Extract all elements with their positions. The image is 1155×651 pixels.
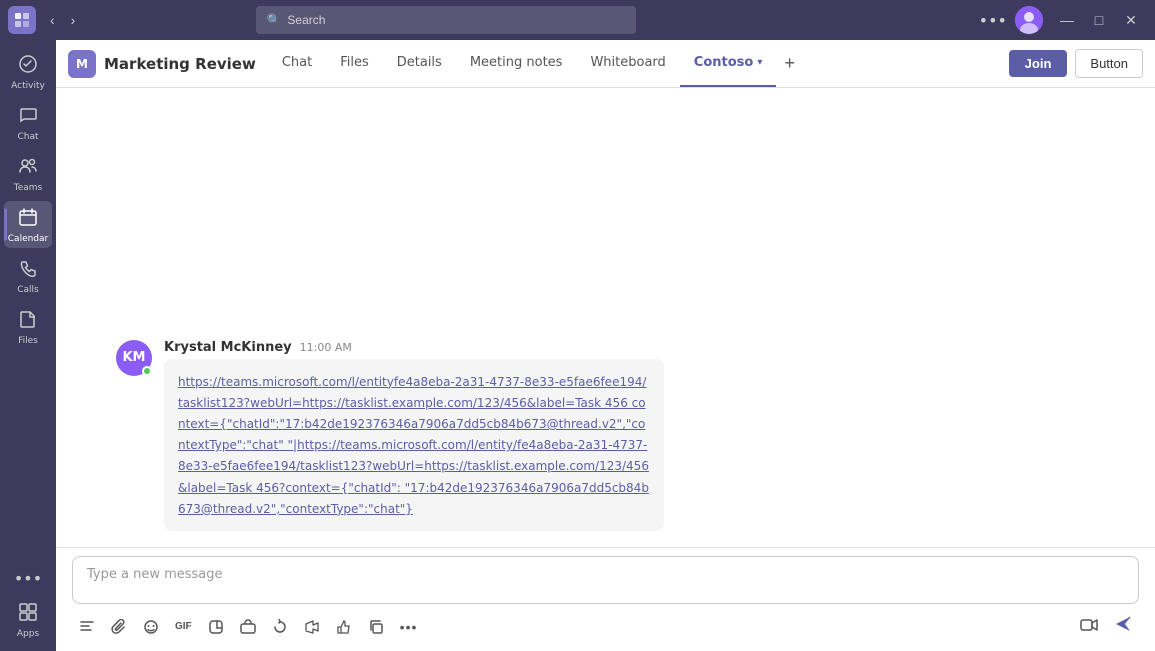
close-button[interactable]: ✕: [1115, 6, 1147, 34]
title-bar: ‹ › 🔍 ••• — □ ✕: [0, 0, 1155, 40]
avatar-initials: KM: [122, 350, 145, 365]
sidebar-item-more[interactable]: •••: [4, 563, 52, 592]
sidebar-item-chat[interactable]: Chat: [4, 99, 52, 146]
channel-title: Marketing Review: [104, 55, 256, 73]
sidebar-item-calendar-label: Calendar: [8, 234, 48, 244]
message-group: KM Krystal McKinney 11:00 AM https://tea…: [116, 340, 1095, 531]
tab-contoso[interactable]: Contoso ▾: [680, 40, 777, 87]
tab-whiteboard[interactable]: Whiteboard: [576, 40, 679, 87]
sidebar-item-chat-label: Chat: [17, 132, 38, 142]
copy-button[interactable]: [361, 614, 391, 640]
search-input[interactable]: [287, 13, 626, 27]
more-options-icon[interactable]: •••: [979, 11, 1007, 30]
channel-header: M Marketing Review Chat Files Details Me…: [56, 40, 1155, 88]
sidebar: Activity Chat Teams: [0, 40, 56, 651]
more-icon: •••: [14, 569, 42, 588]
chat-area: KM Krystal McKinney 11:00 AM https://tea…: [56, 88, 1155, 547]
apps-icon: [18, 602, 38, 627]
tab-contoso-chevron: ▾: [757, 57, 762, 68]
sticker-button[interactable]: [201, 614, 231, 640]
compose-toolbar: GIF: [72, 610, 1139, 643]
sidebar-item-teams-label: Teams: [14, 183, 42, 193]
attach-button[interactable]: [104, 614, 134, 640]
format-button[interactable]: [72, 614, 102, 640]
like-button[interactable]: [329, 614, 359, 640]
active-indicator: [4, 208, 7, 241]
window-controls: — □ ✕: [1051, 6, 1147, 34]
compose-placeholder: Type a new message: [87, 567, 223, 582]
message-header: Krystal McKinney 11:00 AM: [164, 340, 1095, 355]
app-icon: [8, 6, 36, 34]
sidebar-item-calls-label: Calls: [17, 285, 39, 295]
sidebar-item-activity[interactable]: Activity: [4, 48, 52, 95]
channel-icon: M: [68, 50, 96, 78]
minimize-button[interactable]: —: [1051, 6, 1083, 34]
chat-spacer: [116, 104, 1095, 324]
message-author: Krystal McKinney: [164, 340, 292, 355]
sidebar-item-teams[interactable]: Teams: [4, 150, 52, 197]
calls-icon: [18, 258, 38, 283]
search-icon: 🔍: [266, 13, 281, 27]
search-bar[interactable]: 🔍: [256, 6, 636, 34]
main-layout: Activity Chat Teams: [0, 40, 1155, 651]
title-bar-right: ••• — □ ✕: [979, 6, 1147, 34]
sidebar-item-files[interactable]: Files: [4, 303, 52, 350]
nav-back-button[interactable]: ‹: [44, 8, 61, 32]
tab-chat[interactable]: Chat: [268, 40, 326, 87]
channel-header-right: Join Button: [1009, 49, 1143, 78]
forward-button[interactable]: [297, 614, 327, 640]
sidebar-item-apps[interactable]: Apps: [4, 596, 52, 643]
avatar: KM: [116, 340, 152, 376]
extension-button[interactable]: [233, 614, 263, 640]
tab-meeting-notes[interactable]: Meeting notes: [456, 40, 577, 87]
send-button[interactable]: [1107, 610, 1139, 643]
message-time: 11:00 AM: [300, 341, 352, 354]
nav-buttons: ‹ ›: [44, 8, 81, 32]
channel-tabs: Chat Files Details Meeting notes Whitebo…: [268, 40, 803, 87]
tab-contoso-label: Contoso: [694, 55, 754, 70]
compose-box[interactable]: Type a new message: [72, 556, 1139, 604]
video-share-button[interactable]: [1073, 611, 1105, 643]
add-tab-button[interactable]: +: [776, 40, 803, 87]
compose-area: Type a new message GIF: [56, 547, 1155, 651]
calendar-icon: [18, 207, 38, 232]
files-icon: [18, 309, 38, 334]
sidebar-item-calls[interactable]: Calls: [4, 252, 52, 299]
sidebar-item-apps-label: Apps: [17, 629, 39, 639]
sidebar-item-activity-label: Activity: [11, 81, 45, 91]
online-status-indicator: [142, 366, 152, 376]
emoji-button[interactable]: [136, 614, 166, 640]
more-toolbar-button[interactable]: •••: [393, 614, 425, 640]
chat-icon: [18, 105, 38, 130]
maximize-button[interactable]: □: [1083, 6, 1115, 34]
gif-button[interactable]: GIF: [168, 616, 199, 637]
activity-icon: [18, 54, 38, 79]
sidebar-item-files-label: Files: [18, 336, 38, 346]
tab-details[interactable]: Details: [383, 40, 456, 87]
tab-files[interactable]: Files: [326, 40, 383, 87]
nav-forward-button[interactable]: ›: [65, 8, 82, 32]
message-content: Krystal McKinney 11:00 AM https://teams.…: [164, 340, 1095, 531]
join-button[interactable]: Join: [1009, 50, 1068, 77]
message-bubble: https://teams.microsoft.com/l/entityfe4a…: [164, 359, 664, 531]
sidebar-item-calendar[interactable]: Calendar: [4, 201, 52, 248]
teams-icon: [18, 156, 38, 181]
content-area: M Marketing Review Chat Files Details Me…: [56, 40, 1155, 651]
action-button[interactable]: Button: [1075, 49, 1143, 78]
user-avatar[interactable]: [1015, 6, 1043, 34]
loop-button[interactable]: [265, 614, 295, 640]
message-link[interactable]: https://teams.microsoft.com/l/entityfe4a…: [178, 375, 649, 516]
